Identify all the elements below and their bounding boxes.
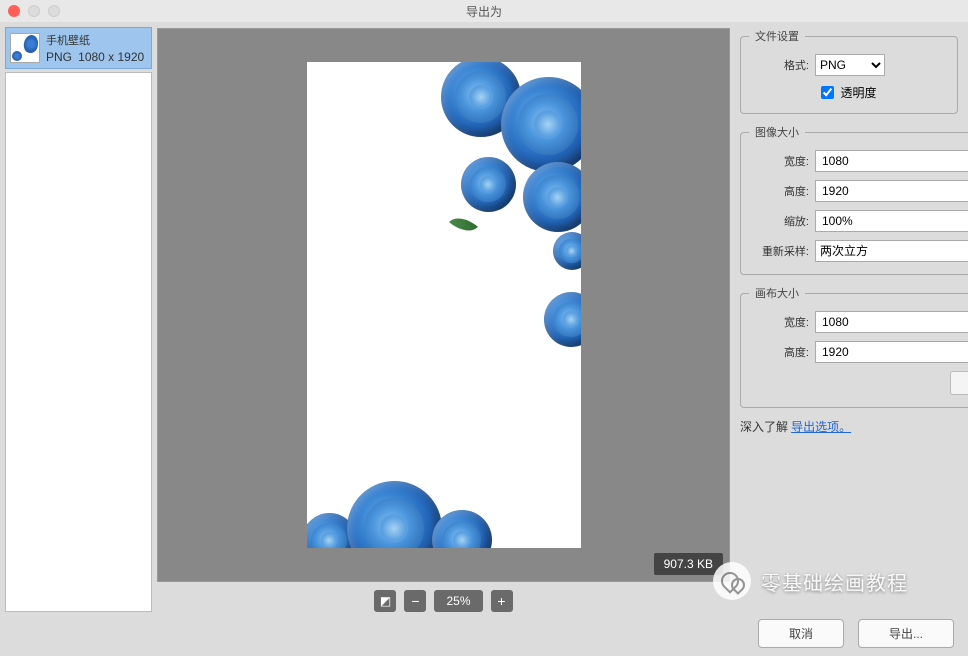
file-settings-group: 文件设置 格式: PNG 透明度 (740, 28, 958, 114)
watermark-text: 零基础绘画教程 (761, 567, 908, 596)
minimize-icon (28, 5, 40, 17)
canvas-height-label: 高度: (749, 344, 809, 360)
scale-label: 缩放: (749, 213, 809, 229)
asset-list-empty (5, 72, 152, 612)
wechat-icon (713, 562, 751, 600)
settings-panel: 文件设置 格式: PNG 透明度 图像大小 宽度: 像素 高度: (736, 22, 968, 622)
cancel-button[interactable]: 取消 (758, 619, 844, 648)
assets-sidebar: 手机壁纸 PNG 1080 x 1920 (0, 22, 157, 622)
zoom-out-button[interactable]: − (404, 590, 426, 612)
canvas-size-legend: 画布大小 (749, 285, 805, 301)
reset-button[interactable]: 复位 (950, 371, 968, 395)
window-title: 导出为 (466, 3, 502, 20)
titlebar: 导出为 (0, 0, 968, 22)
maximize-icon (48, 5, 60, 17)
canvas-width-input[interactable] (815, 311, 968, 333)
image-height-input[interactable] (815, 180, 968, 202)
zoom-in-button[interactable]: + (491, 590, 513, 612)
image-size-legend: 图像大小 (749, 124, 805, 140)
scale-input[interactable] (815, 210, 968, 232)
format-select[interactable]: PNG (815, 54, 885, 76)
format-label: 格式: (749, 57, 809, 73)
window-controls (8, 5, 60, 17)
file-settings-legend: 文件设置 (749, 28, 805, 44)
close-icon[interactable] (8, 5, 20, 17)
transparency-label: 透明度 (840, 84, 876, 101)
image-size-group: 图像大小 宽度: 像素 高度: 像素 缩放: 重新采样: 两次立方 (740, 124, 968, 275)
watermark: 零基础绘画教程 (713, 562, 908, 600)
transparency-checkbox[interactable] (821, 86, 834, 99)
zoom-toolbar: ◩ − 25% + (157, 586, 730, 616)
asset-info: 手机壁纸 PNG 1080 x 1920 (46, 32, 147, 64)
canvas-size-group: 画布大小 宽度: 像素 高度: 像素 复位 (740, 285, 968, 408)
export-options-link[interactable]: 导出选项。 (791, 420, 851, 434)
image-height-label: 高度: (749, 183, 809, 199)
resample-label: 重新采样: (749, 243, 809, 259)
preview-pane: 907.3 KB ◩ − 25% + (157, 22, 736, 622)
canvas-height-input[interactable] (815, 341, 968, 363)
image-width-label: 宽度: (749, 153, 809, 169)
canvas-width-label: 宽度: (749, 314, 809, 330)
grid-toggle-icon[interactable]: ◩ (374, 590, 396, 612)
main-area: 手机壁纸 PNG 1080 x 1920 (0, 22, 968, 622)
learn-more: 深入了解 导出选项。 (740, 418, 958, 435)
dialog-buttons: 取消 导出... (758, 619, 954, 648)
asset-list-item[interactable]: 手机壁纸 PNG 1080 x 1920 (5, 27, 152, 69)
export-button[interactable]: 导出... (858, 619, 954, 648)
asset-meta: PNG 1080 x 1920 (46, 50, 147, 64)
artboard-preview (307, 62, 581, 548)
asset-name: 手机壁纸 (46, 32, 147, 48)
resample-select[interactable]: 两次立方 (815, 240, 968, 262)
asset-thumbnail (10, 33, 40, 63)
image-width-input[interactable] (815, 150, 968, 172)
preview-canvas[interactable]: 907.3 KB (157, 28, 730, 582)
zoom-percent[interactable]: 25% (434, 590, 482, 612)
